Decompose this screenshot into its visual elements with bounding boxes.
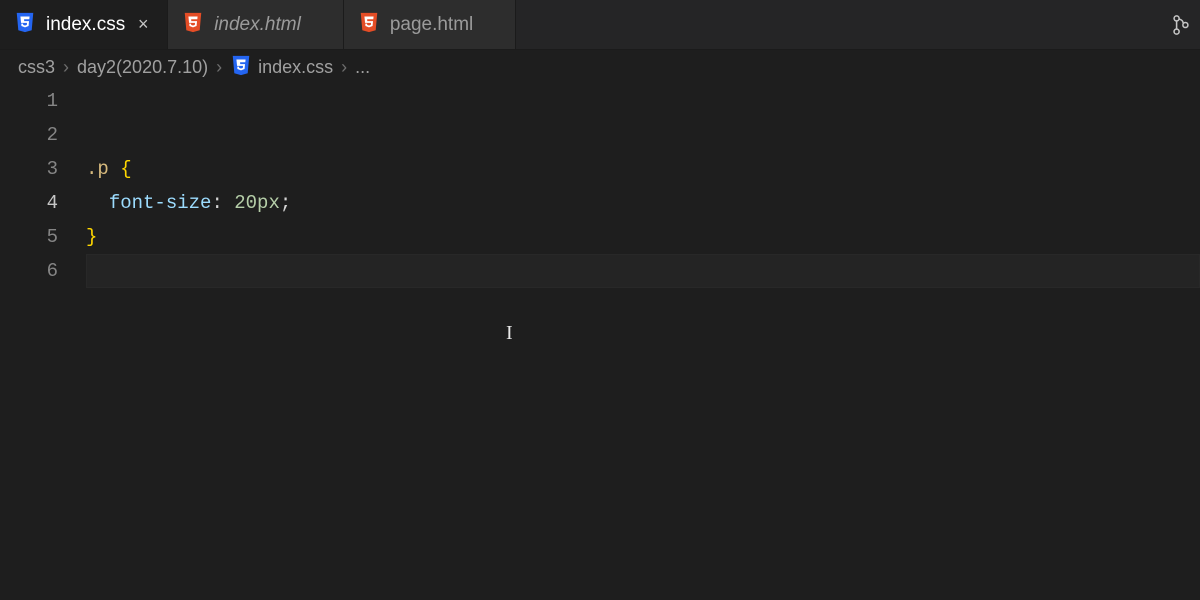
tab-index-html[interactable]: index.html× (168, 0, 344, 49)
css-file-icon (14, 11, 36, 39)
breadcrumb-segment[interactable]: day2(2020.7.10) (77, 57, 208, 78)
chevron-right-icon: › (339, 57, 349, 78)
code-line[interactable]: font-size: 20px; (86, 186, 1200, 220)
line-number: 4 (0, 186, 58, 220)
tab-index-css[interactable]: index.css × (0, 0, 168, 49)
code-token: font-size (109, 192, 212, 214)
code-line[interactable]: } (86, 220, 1200, 254)
tab-page-html[interactable]: page.html× (344, 0, 516, 49)
chevron-right-icon: › (61, 57, 71, 78)
line-number: 1 (0, 84, 58, 118)
code-line[interactable]: .p { (86, 152, 1200, 186)
code-token: } (86, 226, 97, 248)
html-file-icon (182, 11, 204, 39)
tab-actions (1162, 0, 1200, 49)
breadcrumb-segment[interactable]: index.css (230, 54, 333, 81)
line-number: 6 (0, 254, 58, 288)
code-line[interactable] (86, 288, 1200, 322)
css-file-icon (230, 54, 252, 81)
code-token: { (120, 158, 131, 180)
close-icon[interactable]: × (135, 17, 151, 33)
code-token: : (211, 192, 234, 214)
line-gutter: 123456 (0, 84, 86, 600)
code-token (86, 192, 109, 214)
code-area[interactable]: .p { font-size: 20px;}I (86, 84, 1200, 600)
html-file-icon (358, 11, 380, 39)
line-number: 5 (0, 220, 58, 254)
code-token: .p (86, 158, 120, 180)
code-token: ; (280, 192, 291, 214)
code-line[interactable] (86, 254, 1200, 288)
line-number: 2 (0, 118, 58, 152)
source-control-icon[interactable] (1172, 14, 1190, 36)
tab-label: index.html (214, 14, 301, 36)
breadcrumb-segment[interactable]: css3 (18, 57, 55, 78)
line-number: 3 (0, 152, 58, 186)
tab-bar: index.css × index.html×page.html× (0, 0, 1200, 50)
breadcrumb-tail[interactable]: ... (355, 57, 370, 78)
code-token: 20px (234, 192, 280, 214)
code-line[interactable] (86, 322, 1200, 356)
chevron-right-icon: › (214, 57, 224, 78)
tab-label: page.html (390, 14, 473, 36)
tab-spacer (516, 0, 1162, 49)
breadcrumb: css3 › day2(2020.7.10) › index.css ›... (0, 50, 1200, 84)
tab-label: index.css (46, 14, 125, 36)
code-editor[interactable]: 123456 .p { font-size: 20px;}I (0, 84, 1200, 600)
